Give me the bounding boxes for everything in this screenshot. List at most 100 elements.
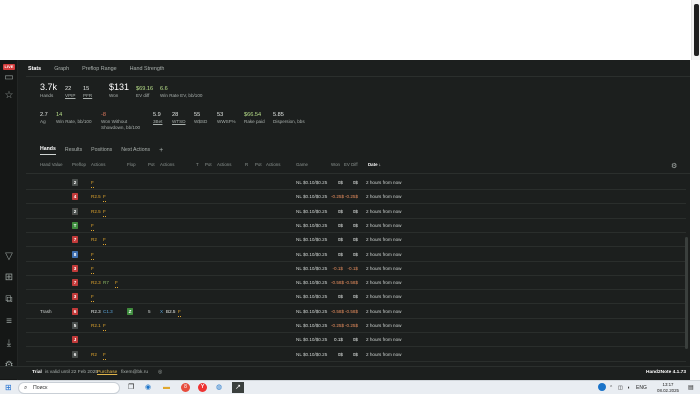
- col-ev-diff[interactable]: EV Diff: [344, 160, 358, 170]
- preflop-action: F: [91, 265, 94, 274]
- layout-icon[interactable]: ⊞: [3, 272, 15, 284]
- globe-icon[interactable]: ◍: [216, 383, 222, 393]
- date-cell: 2 hours from now: [366, 351, 402, 357]
- table-row[interactable]: 43FNL $0.10/$0.25-0.1$-0.1$2 hours from …: [26, 262, 686, 276]
- stat-hands[interactable]: 3.7k Hands: [40, 82, 57, 99]
- table-row[interactable]: K7R2FNL $0.10/$0.250$0$2 hours from now: [26, 233, 686, 248]
- date-cell: 2 hours from now: [366, 308, 402, 314]
- table-row[interactable]: K6R2FNL $0.10/$0.250$0$2 hours from now: [26, 348, 686, 362]
- table-row[interactable]: J3FNL $0.10/$0.250$0$2 hours from now: [26, 290, 686, 305]
- col-hand-value[interactable]: Hand Value: [40, 160, 63, 170]
- stat-dispersion[interactable]: 5.85 Dispersion, bbs: [273, 112, 305, 125]
- stat-won[interactable]: $131 Won: [109, 82, 129, 99]
- stat-wsd[interactable]: 55 W$SD: [194, 112, 207, 125]
- chevron-up-icon[interactable]: ⌃: [609, 383, 613, 393]
- col-river[interactable]: R: [245, 160, 248, 170]
- preflop-action: F: [91, 293, 94, 303]
- file-explorer-icon[interactable]: ▬: [163, 383, 170, 393]
- tab-hands[interactable]: Hands: [40, 145, 56, 155]
- tab-positions[interactable]: Positions: [91, 146, 112, 155]
- stat-ev-diff[interactable]: $69.16 EV diff: [136, 86, 153, 99]
- flop-action: F: [178, 308, 181, 317]
- ev-diff-cell: 0$: [352, 237, 358, 243]
- app-version: Hand2Note 4.1.73: [646, 370, 686, 375]
- windows-taskbar: ⊞ ⌕ Поиск ❐ ◉ ▬ 8 Y ◍ ↗ ⌃ ◫ ◖ ENG 13:17 …: [0, 380, 700, 394]
- clock[interactable]: 13:17 08.02.2025: [656, 382, 680, 394]
- yandex-browser-icon[interactable]: Y: [198, 383, 207, 392]
- col-preflop[interactable]: Preflop: [72, 160, 86, 170]
- edge-browser-icon[interactable]: ◉: [145, 383, 151, 393]
- add-tab-button[interactable]: +: [159, 146, 163, 155]
- col-actions-river[interactable]: Actions: [266, 160, 280, 170]
- taskbar-search-input[interactable]: ⌕ Поиск: [18, 382, 120, 394]
- filter-icon[interactable]: ▽: [3, 251, 15, 263]
- game-cell: NL $0.10/$0.25: [296, 337, 328, 343]
- stat-ag[interactable]: 2.7 Ag: [40, 112, 48, 125]
- won-cell: 0$: [337, 237, 343, 243]
- playing-card: 7: [72, 279, 78, 287]
- live-badge[interactable]: LIVE: [3, 64, 15, 70]
- network-icon[interactable]: ◫: [618, 383, 623, 393]
- stat-3bet[interactable]: 5.9 3Bet: [153, 112, 162, 125]
- table-row[interactable]: QTFNL $0.10/$0.250$0$2 hours from now: [26, 219, 686, 233]
- copy-icon[interactable]: ⧉: [3, 294, 15, 306]
- stat-rake[interactable]: $66.54 Rake paid: [244, 112, 265, 125]
- col-actions-turn[interactable]: Actions: [217, 160, 231, 170]
- table-row[interactable]: 82FNL $0.10/$0.250$0$2 hours from now: [26, 176, 686, 190]
- database-icon[interactable]: ≡: [3, 316, 15, 328]
- game-cell: NL $0.10/$0.25: [296, 265, 328, 271]
- col-won[interactable]: Won: [331, 160, 340, 170]
- col-turn[interactable]: T: [196, 160, 199, 170]
- table-scrollbar[interactable]: [685, 237, 688, 349]
- col-flop[interactable]: Flop: [127, 160, 136, 170]
- notification-icon[interactable]: ▤: [688, 383, 694, 393]
- col-date[interactable]: Date ↓: [368, 160, 381, 170]
- stat-won-without-sd[interactable]: -8 Won Without Showdown, bb/100: [101, 112, 151, 131]
- hand2note-taskbar-icon[interactable]: ↗: [232, 382, 244, 393]
- hand2note-window: LIVE ▭ ☆ ▽ ⊞ ⧉ ≡ ⤓ ⚙ Stats Graph Preflop…: [0, 60, 690, 380]
- star-icon[interactable]: ☆: [3, 90, 15, 102]
- table-row[interactable]: K4R2.5FNL $0.10/$0.25-0.25$-0.25$2 hours…: [26, 190, 686, 205]
- won-cell: 0$: [337, 208, 343, 214]
- tab-next-actions[interactable]: Next Actions: [121, 146, 150, 155]
- col-pot-turn[interactable]: Pot: [205, 160, 212, 170]
- table-row[interactable]: K5R2.1FNL $0.10/$0.25-0.25$-0.25$2 hours…: [26, 319, 686, 333]
- preflop-action: R2: [91, 351, 97, 357]
- task-view-icon[interactable]: ❐: [128, 383, 134, 393]
- user-avatar-icon[interactable]: [598, 383, 606, 391]
- stat-winrate-ev[interactable]: 6.6 Win Rate EV, bb/100: [160, 86, 202, 99]
- live-monitor-icon[interactable]: ▭: [3, 72, 15, 84]
- stat-wwsf[interactable]: 53 WWSF%: [217, 112, 236, 125]
- windows-start-icon[interactable]: ⊞: [5, 383, 12, 393]
- table-row[interactable]: T2R2.5FNL $0.10/$0.250$0$2 hours from no…: [26, 205, 686, 219]
- won-cell: -0.25$: [331, 323, 345, 328]
- download-icon[interactable]: ⤓: [3, 338, 15, 350]
- page-scrollbar-thumb[interactable]: [694, 4, 699, 56]
- col-game[interactable]: Game: [296, 160, 308, 170]
- ev-diff-cell: -0.25$: [344, 194, 358, 200]
- preflop-action: R2.3: [91, 280, 101, 286]
- preflop-action: F: [103, 236, 106, 246]
- purchase-link[interactable]: Purchase: [97, 367, 117, 379]
- tab-results[interactable]: Results: [65, 146, 82, 155]
- volume-icon[interactable]: ◖: [627, 383, 630, 393]
- page-scrollbar[interactable]: [691, 0, 700, 60]
- app-badge-icon[interactable]: 8: [181, 383, 190, 392]
- table-settings-gear-icon[interactable]: ⚙: [671, 162, 677, 170]
- col-actions-flop[interactable]: Actions: [160, 160, 174, 170]
- stat-wtsd[interactable]: 28 WTSD: [172, 112, 186, 125]
- preflop-action: F: [91, 251, 94, 260]
- info-icon[interactable]: ◎: [158, 367, 162, 379]
- stat-vpip[interactable]: 22 VPIP: [65, 86, 75, 99]
- date-cell: 2 hours from now: [366, 265, 402, 271]
- table-row[interactable]: Trash86R2.3C1.3J9Z5XB2.5FNL $0.10/$0.25-…: [26, 305, 686, 319]
- stat-winrate[interactable]: 14 Win Rate, bb/100: [56, 112, 92, 125]
- table-row[interactable]: 98FNL $0.10/$0.250$0$2 hours from now: [26, 248, 686, 262]
- stat-pfr[interactable]: 15 PFR: [83, 86, 92, 99]
- table-row[interactable]: KJNL $0.10/$0.250.1$0$2 hours from now: [26, 333, 686, 348]
- col-pot-flop[interactable]: Pot: [148, 160, 155, 170]
- keyboard-lang[interactable]: ENG: [636, 383, 647, 393]
- table-row[interactable]: A7R2.3R7FNL $0.10/$0.25-0.58$-0.58$2 hou…: [26, 276, 686, 291]
- col-pot-river[interactable]: Pot: [255, 160, 262, 170]
- col-actions-preflop[interactable]: Actions: [91, 160, 105, 170]
